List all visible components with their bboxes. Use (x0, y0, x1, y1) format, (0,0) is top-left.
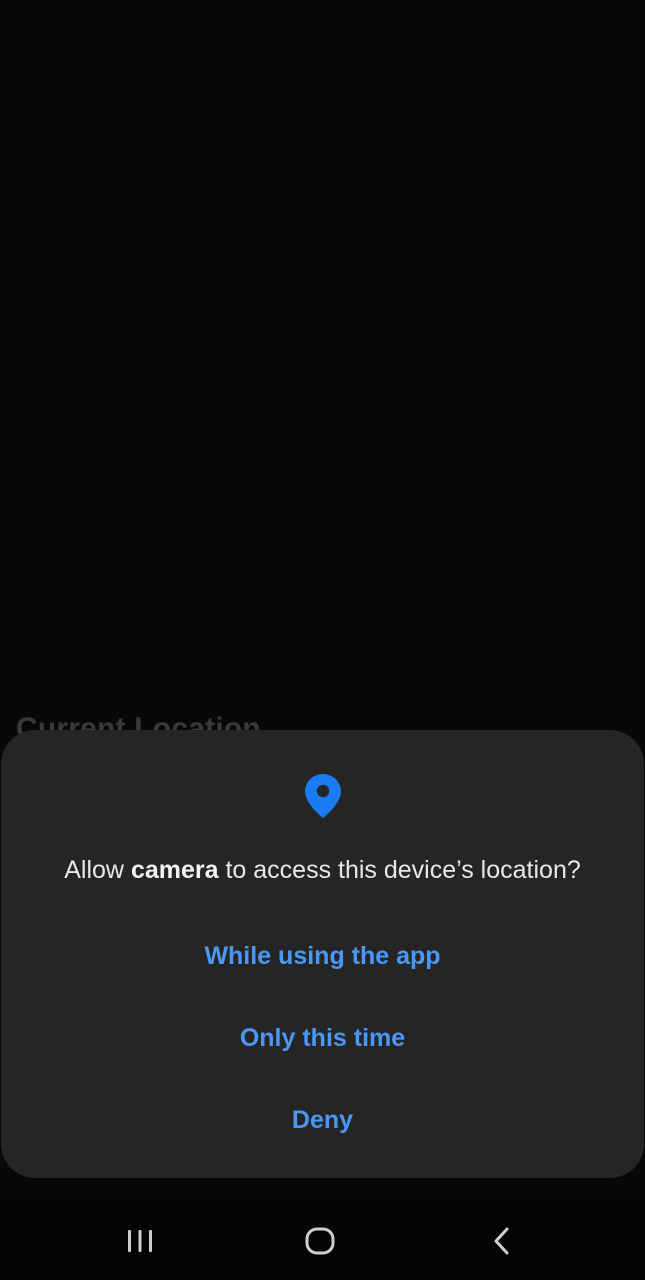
location-pin-icon (304, 774, 341, 818)
home-button[interactable] (290, 1218, 350, 1264)
deny-button[interactable]: Deny (41, 1090, 604, 1150)
while-using-app-button[interactable]: While using the app (41, 926, 604, 986)
location-permission-dialog: Allow camera to access this device’s loc… (1, 730, 644, 1178)
permission-message: Allow camera to access this device’s loc… (1, 856, 644, 885)
message-suffix: to access this device’s location? (218, 856, 581, 884)
back-icon (494, 1227, 509, 1255)
recents-button[interactable] (110, 1218, 170, 1264)
only-this-time-button[interactable]: Only this time (41, 1008, 604, 1068)
message-prefix: Allow (64, 856, 131, 884)
home-icon (305, 1227, 335, 1255)
app-name: camera (130, 856, 219, 884)
back-button[interactable] (472, 1218, 532, 1264)
recents-icon (128, 1230, 152, 1252)
navigation-bar (0, 1200, 645, 1280)
